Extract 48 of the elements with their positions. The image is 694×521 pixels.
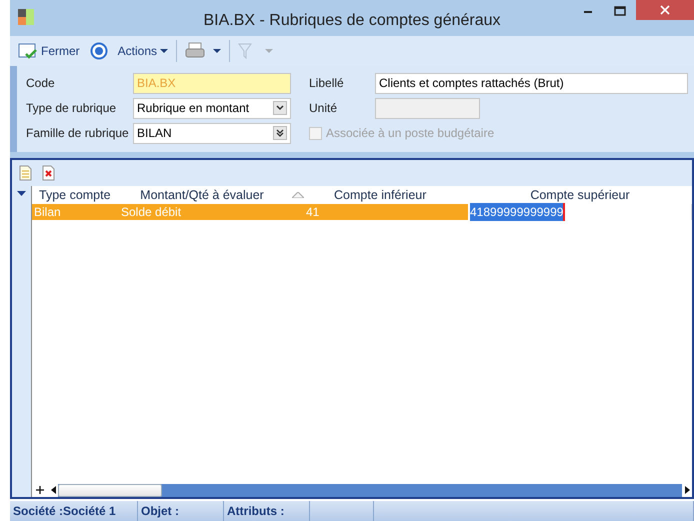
field-label: Unité (309, 100, 338, 117)
cell-editor[interactable]: 41899999999999 (470, 203, 566, 221)
field-label: Famille de rubrique (26, 125, 130, 142)
filter-icon (238, 43, 252, 59)
field-label: Code (26, 75, 56, 92)
column-header[interactable]: Compte supérieur (468, 186, 692, 204)
dropdown-field[interactable]: Rubrique en montant (133, 98, 291, 118)
delete-row-button[interactable] (40, 165, 57, 181)
scrollbar-thumb[interactable] (58, 484, 162, 496)
caret-icon (265, 49, 274, 53)
input-field[interactable]: Clients et comptes rattachés (Brut) (375, 72, 688, 94)
double-chevron-down-icon (276, 129, 284, 137)
window-check-icon (18, 42, 38, 60)
close-button[interactable]: Fermer (16, 42, 82, 60)
status-text: Attributs : (227, 503, 284, 519)
caret-icon (213, 49, 222, 53)
app-logo-icon (18, 9, 34, 25)
table-cell-text: Solde débit (121, 204, 182, 221)
field-label: Type de rubrique (26, 100, 118, 117)
checkbox-label: Associée à un poste budgétaire (326, 125, 494, 142)
table-cell-text: Bilan (34, 204, 61, 221)
column-header[interactable]: Type compte (32, 186, 116, 204)
print-button[interactable] (183, 42, 224, 60)
expand-button[interactable] (36, 486, 44, 494)
actions-menu-button[interactable]: Actions (116, 42, 170, 60)
record-icon (90, 42, 108, 60)
field-label: Libellé (309, 75, 345, 92)
chevron-down-icon (276, 104, 284, 112)
column-header[interactable]: Compte inférieur (288, 186, 468, 204)
lookup-field[interactable]: BILAN (133, 122, 291, 144)
column-header[interactable]: Montant/Qté à évaluer (116, 186, 288, 204)
caret-icon (160, 49, 168, 53)
status-text: Société :Société 1 (13, 503, 116, 519)
close-icon (660, 5, 670, 15)
new-row-button[interactable] (17, 165, 34, 181)
printer-icon (185, 42, 206, 60)
maximize-icon (614, 6, 626, 16)
table-cell-text: 41 (306, 204, 320, 221)
close-button[interactable] (636, 0, 694, 20)
window-title: BIA.BX - Rubriques de comptes généraux (203, 11, 501, 31)
record-button[interactable] (88, 42, 110, 60)
scrollbar-track[interactable] (58, 484, 682, 496)
table-row[interactable]: Bilan Solde débit 41 41899999999999 (32, 204, 692, 220)
dropdown-arrow-icon[interactable] (17, 191, 26, 196)
document-icon (19, 165, 32, 181)
delete-document-icon (42, 165, 55, 181)
status-text: Objet : (141, 503, 179, 519)
plus-icon (36, 486, 44, 494)
